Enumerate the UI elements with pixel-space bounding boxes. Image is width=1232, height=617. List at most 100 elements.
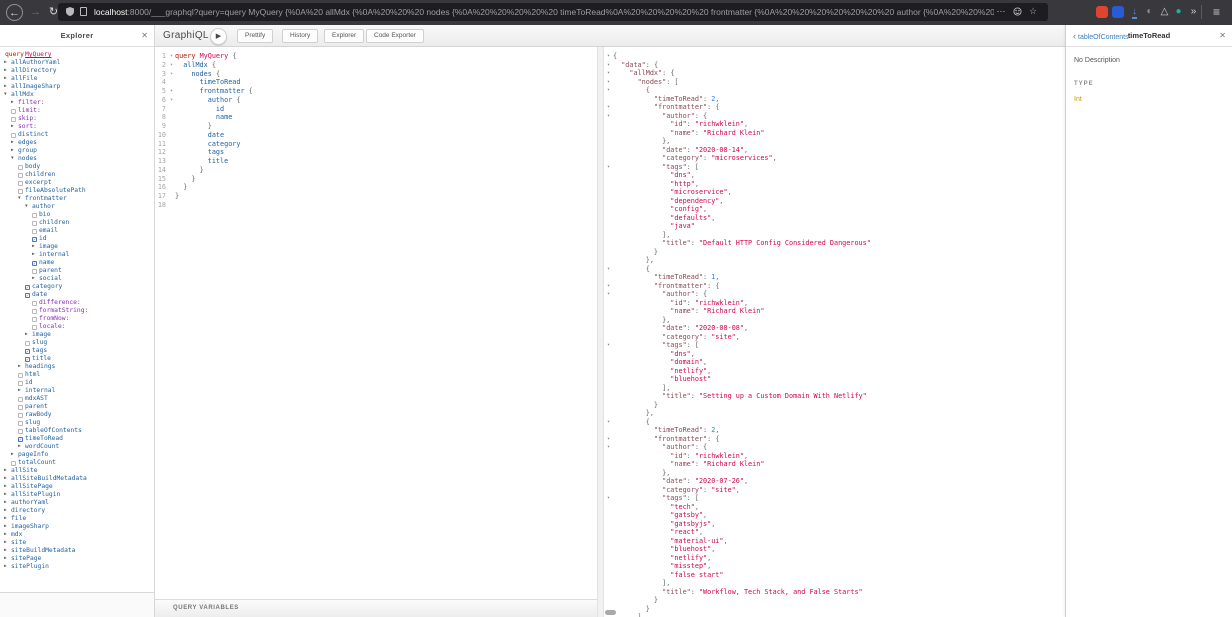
field-checkbox[interactable]: [32, 229, 37, 234]
tree-row[interactable]: fromNow:: [0, 315, 154, 323]
extension-red-icon[interactable]: [1096, 6, 1108, 18]
fold-arrow-icon[interactable]: ▾: [168, 61, 175, 70]
url-bar[interactable]: localhost:8000/___graphql?query=query My…: [58, 3, 1048, 21]
field-checkbox[interactable]: [18, 189, 23, 194]
tree-row[interactable]: ▶file: [0, 515, 154, 523]
field-checkbox[interactable]: [25, 341, 30, 346]
tree-row[interactable]: ▶allSiteBuildMetadata: [0, 475, 154, 483]
shield-icon[interactable]: [66, 3, 74, 21]
tree-row[interactable]: ▶sitePage: [0, 555, 154, 563]
tree-row[interactable]: slug: [0, 419, 154, 427]
scrollbar-thumb[interactable]: [605, 610, 616, 615]
tree-row[interactable]: mdxAST: [0, 395, 154, 403]
back-icon[interactable]: ←: [6, 4, 23, 21]
execute-button[interactable]: ▶: [210, 28, 227, 45]
field-checkbox[interactable]: [18, 421, 23, 426]
field-checkbox-checked[interactable]: ✓: [18, 437, 23, 442]
fold-arrow-icon[interactable]: ▾: [604, 86, 613, 95]
tree-row[interactable]: ▶siteBuildMetadata: [0, 547, 154, 555]
code-exporter-button[interactable]: Code Exporter: [366, 29, 424, 43]
tree-row[interactable]: formatString:: [0, 307, 154, 315]
fold-arrow-icon[interactable]: ▾: [604, 78, 613, 87]
doc-back-link[interactable]: ‹tableOfContents: [1073, 25, 1129, 47]
tree-row[interactable]: ▶authorYaml: [0, 499, 154, 507]
fold-arrow-icon[interactable]: ▾: [604, 282, 613, 291]
fold-arrow-icon[interactable]: ▾: [168, 96, 175, 105]
tree-row[interactable]: ▶sort:: [0, 123, 154, 131]
tree-row[interactable]: bio: [0, 211, 154, 219]
forward-icon[interactable]: →: [27, 4, 44, 21]
download-icon[interactable]: ↓: [1127, 4, 1142, 20]
tree-row[interactable]: ▶wordCount: [0, 443, 154, 451]
field-checkbox[interactable]: [18, 397, 23, 402]
tree-row[interactable]: ▶allSitePlugin: [0, 491, 154, 499]
fold-arrow-icon[interactable]: ▾: [168, 52, 175, 61]
field-checkbox[interactable]: [32, 269, 37, 274]
fold-arrow-icon[interactable]: ▾: [604, 103, 613, 112]
field-checkbox[interactable]: [18, 181, 23, 186]
tree-row[interactable]: distinct: [0, 131, 154, 139]
fold-arrow-icon[interactable]: ▾: [604, 435, 613, 444]
tree-row[interactable]: ✓name: [0, 259, 154, 267]
tree-row-operation[interactable]: queryMyQuery: [0, 51, 154, 59]
tree-row[interactable]: ▶image: [0, 243, 154, 251]
field-checkbox[interactable]: [18, 165, 23, 170]
fold-arrow-icon[interactable]: ▾: [604, 69, 613, 78]
tree-row[interactable]: ▶allSitePage: [0, 483, 154, 491]
tree-row[interactable]: parent: [0, 403, 154, 411]
tree-row[interactable]: locale:: [0, 323, 154, 331]
tree-row[interactable]: fileAbsolutePath: [0, 187, 154, 195]
result-horizontal-scrollbar[interactable]: [604, 609, 1065, 617]
doc-type-link[interactable]: Int: [1074, 96, 1224, 103]
tree-row[interactable]: children: [0, 171, 154, 179]
fold-arrow-icon[interactable]: ▾: [604, 265, 613, 274]
field-checkbox[interactable]: [18, 373, 23, 378]
tree-row[interactable]: ✓timeToRead: [0, 435, 154, 443]
query-editor[interactable]: 1▾query MyQuery {2▾ allMdx {3▾ nodes {4 …: [155, 47, 597, 599]
field-checkbox-checked[interactable]: ✓: [25, 285, 30, 290]
tree-row[interactable]: ▼author: [0, 203, 154, 211]
field-checkbox[interactable]: [32, 221, 37, 226]
fold-arrow-icon[interactable]: ▾: [604, 341, 613, 350]
field-checkbox[interactable]: [11, 109, 16, 114]
tree-row[interactable]: html: [0, 371, 154, 379]
field-checkbox[interactable]: [32, 213, 37, 218]
explorer-toggle-button[interactable]: Explorer: [324, 29, 364, 43]
tree-row[interactable]: skip:: [0, 115, 154, 123]
history-button[interactable]: History: [282, 29, 318, 43]
fold-arrow-icon[interactable]: ▾: [168, 70, 175, 79]
fold-arrow-icon[interactable]: ▾: [604, 418, 613, 427]
field-checkbox[interactable]: [18, 413, 23, 418]
field-checkbox-checked[interactable]: ✓: [32, 261, 37, 266]
tree-row[interactable]: totalCount: [0, 459, 154, 467]
extension-dark-circle-icon[interactable]: ◐: [1142, 4, 1157, 20]
tree-row[interactable]: tableOfContents: [0, 427, 154, 435]
fold-arrow-icon[interactable]: ▾: [604, 112, 613, 121]
bookmark-star-icon[interactable]: ☆: [1026, 3, 1040, 21]
tree-row[interactable]: ▶mdx: [0, 531, 154, 539]
tree-row[interactable]: slug: [0, 339, 154, 347]
page-info-icon[interactable]: [80, 3, 87, 21]
tree-row[interactable]: ▶internal: [0, 387, 154, 395]
tree-row[interactable]: ▶site: [0, 539, 154, 547]
tree-row[interactable]: ▶edges: [0, 139, 154, 147]
tree-row[interactable]: ✓category: [0, 283, 154, 291]
operation-name[interactable]: MyQuery: [24, 51, 52, 59]
prettify-button[interactable]: Prettify: [237, 29, 273, 43]
tree-row[interactable]: ▶allDirectory: [0, 67, 154, 75]
tree-row[interactable]: ▶social: [0, 275, 154, 283]
tree-row[interactable]: ▶allFile: [0, 75, 154, 83]
field-checkbox[interactable]: [18, 429, 23, 434]
tree-row[interactable]: ▶allImageSharp: [0, 83, 154, 91]
fold-arrow-icon[interactable]: ▾: [604, 52, 613, 61]
field-checkbox[interactable]: [32, 301, 37, 306]
tree-row[interactable]: body: [0, 163, 154, 171]
tree-row[interactable]: rawBody: [0, 411, 154, 419]
tree-row[interactable]: ✓title: [0, 355, 154, 363]
tree-row[interactable]: ▶group: [0, 147, 154, 155]
fold-arrow-icon[interactable]: ▾: [168, 87, 175, 96]
tree-row[interactable]: ▶image: [0, 331, 154, 339]
page-actions-icon[interactable]: ⋯: [994, 3, 1008, 21]
doc-close-icon[interactable]: ✕: [1219, 25, 1226, 47]
tree-row[interactable]: ▶directory: [0, 507, 154, 515]
